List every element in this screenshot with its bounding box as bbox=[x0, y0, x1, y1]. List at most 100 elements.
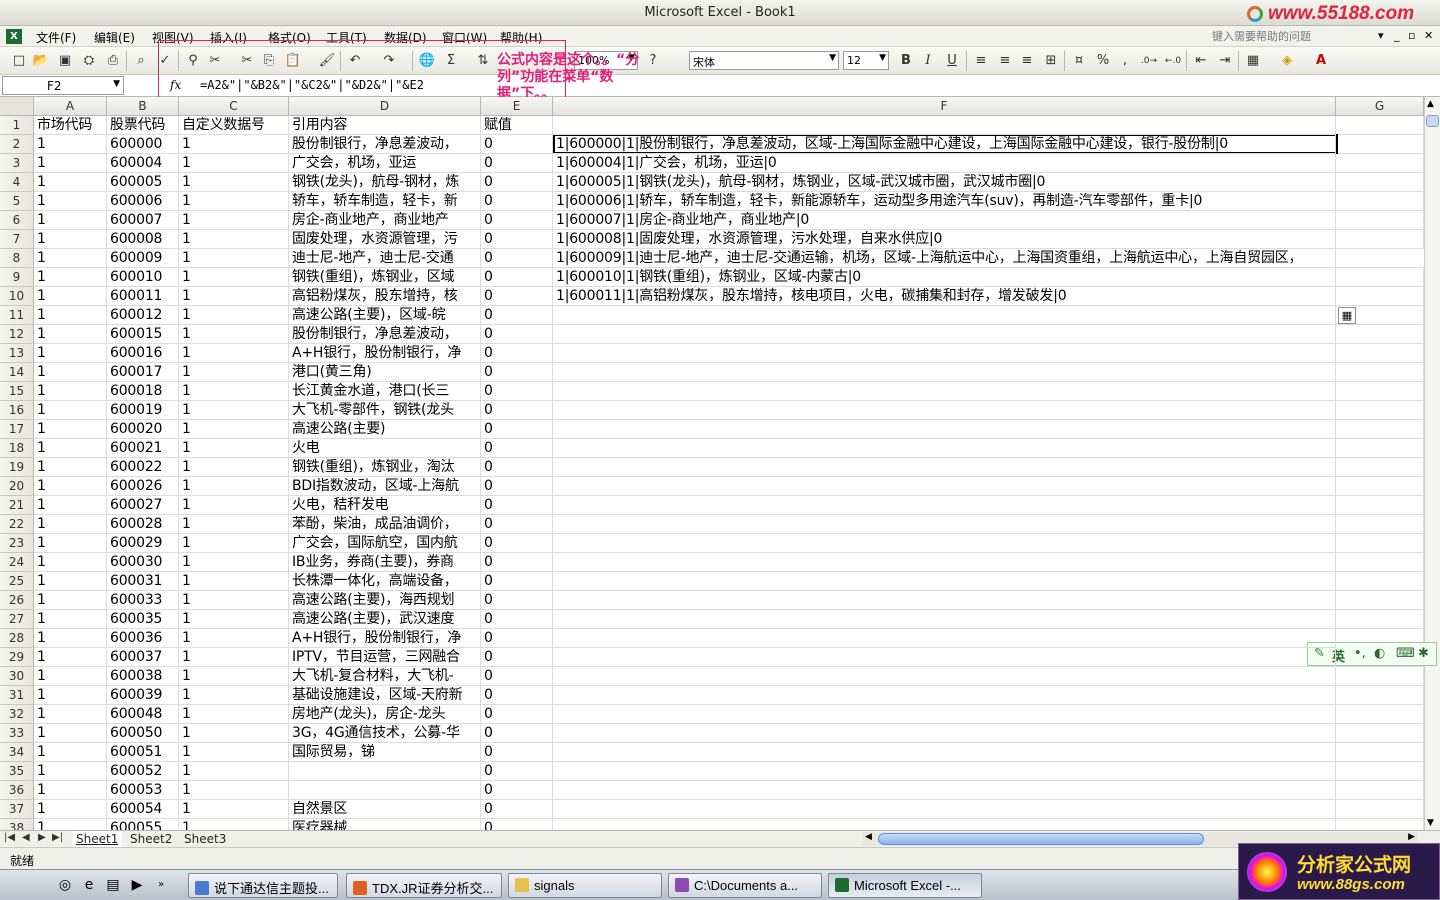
cell-f[interactable] bbox=[553, 762, 1336, 781]
cell-c[interactable]: 1 bbox=[179, 724, 289, 743]
cell-d[interactable]: 苯酚，柴油，成品油调价， bbox=[289, 515, 481, 534]
cell-g[interactable] bbox=[1336, 553, 1424, 572]
currency-icon[interactable]: ¤ bbox=[1070, 52, 1088, 70]
cell-f[interactable] bbox=[553, 819, 1336, 830]
cell-e[interactable]: 0 bbox=[481, 477, 553, 496]
cell-a[interactable]: 1 bbox=[34, 629, 107, 648]
cell-d[interactable]: 火电 bbox=[289, 439, 481, 458]
cell-f[interactable] bbox=[553, 116, 1336, 135]
cell-f[interactable]: 1|600000|1|股份制银行，净息差波动，区域-上海国际金融中心建设，上海国… bbox=[553, 135, 1336, 154]
cell-f[interactable] bbox=[553, 515, 1336, 534]
align-right-icon[interactable]: ≡ bbox=[1018, 52, 1036, 70]
format-painter-icon[interactable]: 🖌 bbox=[318, 52, 336, 70]
align-center-icon[interactable]: ≡ bbox=[996, 52, 1014, 70]
cell-d[interactable]: 钢铁(重组)，炼钢业，区域 bbox=[289, 268, 481, 287]
borders-icon[interactable]: ▦ bbox=[1244, 52, 1262, 70]
row-header[interactable]: 35 bbox=[0, 762, 34, 781]
cell-b[interactable]: 600017 bbox=[107, 363, 179, 382]
cell-g[interactable] bbox=[1336, 591, 1424, 610]
cell-a[interactable]: 1 bbox=[34, 439, 107, 458]
cell-a[interactable]: 1 bbox=[34, 667, 107, 686]
cell-b[interactable]: 600054 bbox=[107, 800, 179, 819]
cell-c[interactable]: 1 bbox=[179, 344, 289, 363]
cell-g[interactable] bbox=[1336, 610, 1424, 629]
cell-c[interactable]: 1 bbox=[179, 382, 289, 401]
cell-c[interactable]: 1 bbox=[179, 363, 289, 382]
cell-e[interactable]: 0 bbox=[481, 800, 553, 819]
cell-c[interactable]: 1 bbox=[179, 325, 289, 344]
row-header[interactable]: 13 bbox=[0, 344, 34, 363]
cell-e[interactable]: 0 bbox=[481, 781, 553, 800]
cell-d[interactable]: IB业务，券商(主要)，券商 bbox=[289, 553, 481, 572]
undo-icon[interactable]: ↶ bbox=[346, 52, 364, 70]
spelling-icon[interactable]: ✓ bbox=[156, 52, 174, 70]
cell-f[interactable]: 1|600008|1|固废处理，水资源管理，污水处理，自来水供应|0 bbox=[553, 230, 1336, 249]
cell-d[interactable]: 高速公路(主要)，武汉速度 bbox=[289, 610, 481, 629]
row-header[interactable]: 27 bbox=[0, 610, 34, 629]
cell-c[interactable]: 1 bbox=[179, 667, 289, 686]
cell-f[interactable] bbox=[553, 667, 1336, 686]
cell-g[interactable] bbox=[1336, 135, 1424, 154]
cell-f[interactable] bbox=[553, 553, 1336, 572]
cell-e[interactable]: 0 bbox=[481, 515, 553, 534]
menu-edit[interactable]: 编辑(E) bbox=[94, 29, 135, 46]
cell-d[interactable]: 长株潭一体化，高端设备， bbox=[289, 572, 481, 591]
cell-b[interactable]: 股票代码 bbox=[107, 116, 179, 135]
cell-a[interactable]: 1 bbox=[34, 287, 107, 306]
cell-a[interactable]: 1 bbox=[34, 648, 107, 667]
cell-e[interactable]: 0 bbox=[481, 211, 553, 230]
cell-c[interactable]: 1 bbox=[179, 610, 289, 629]
close-icon[interactable]: ✕ bbox=[1424, 29, 1433, 42]
quicklaunch-media-icon[interactable]: ▶ bbox=[128, 876, 146, 894]
cell-a[interactable]: 1 bbox=[34, 268, 107, 287]
quicklaunch-more-icon[interactable]: » bbox=[152, 876, 170, 894]
vertical-scrollbar[interactable]: ▲ ▼ bbox=[1424, 97, 1440, 830]
cell-c[interactable]: 1 bbox=[179, 230, 289, 249]
cell-a[interactable]: 1 bbox=[34, 534, 107, 553]
cell-g[interactable] bbox=[1336, 515, 1424, 534]
row-header[interactable]: 11 bbox=[0, 306, 34, 325]
column-header-f[interactable]: F bbox=[553, 97, 1336, 116]
cell-g[interactable] bbox=[1336, 325, 1424, 344]
cell-e[interactable]: 0 bbox=[481, 249, 553, 268]
percent-button[interactable]: % bbox=[1094, 52, 1112, 70]
row-header[interactable]: 36 bbox=[0, 781, 34, 800]
menu-format[interactable]: 格式(O) bbox=[268, 29, 311, 46]
cell-b[interactable]: 600029 bbox=[107, 534, 179, 553]
cell-d[interactable]: 大飞机-零部件，钢铁(龙头 bbox=[289, 401, 481, 420]
cell-b[interactable]: 600011 bbox=[107, 287, 179, 306]
research-icon[interactable]: ⚲ bbox=[184, 52, 202, 70]
cell-a[interactable]: 1 bbox=[34, 173, 107, 192]
cell-g[interactable] bbox=[1336, 420, 1424, 439]
cell-b[interactable]: 600036 bbox=[107, 629, 179, 648]
cell-a[interactable]: 1 bbox=[34, 230, 107, 249]
cell-b[interactable]: 600022 bbox=[107, 458, 179, 477]
cell-c[interactable]: 1 bbox=[179, 192, 289, 211]
row-header[interactable]: 18 bbox=[0, 439, 34, 458]
cell-f[interactable]: 1|600006|1|轿车，轿车制造，轻卡，新能源轿车，运动型多用途汽车(suv… bbox=[553, 192, 1336, 211]
row-header[interactable]: 3 bbox=[0, 154, 34, 173]
row-header[interactable]: 5 bbox=[0, 192, 34, 211]
cell-c[interactable]: 1 bbox=[179, 705, 289, 724]
cell-d[interactable]: 港口(黄三角) bbox=[289, 363, 481, 382]
cell-a[interactable]: 市场代码 bbox=[34, 116, 107, 135]
row-header[interactable]: 22 bbox=[0, 515, 34, 534]
cell-e[interactable]: 0 bbox=[481, 743, 553, 762]
row-header[interactable]: 31 bbox=[0, 686, 34, 705]
cell-f[interactable] bbox=[553, 800, 1336, 819]
cell-d[interactable]: 大飞机-复合材料，大飞机- bbox=[289, 667, 481, 686]
cell-d[interactable]: 自然景区 bbox=[289, 800, 481, 819]
row-header[interactable]: 19 bbox=[0, 458, 34, 477]
restore-icon[interactable]: ▫ bbox=[1408, 29, 1415, 42]
cell-b[interactable]: 600039 bbox=[107, 686, 179, 705]
cell-e[interactable]: 0 bbox=[481, 591, 553, 610]
insert-function-icon[interactable]: fx bbox=[170, 78, 181, 92]
cell-e[interactable]: 0 bbox=[481, 724, 553, 743]
column-header-b[interactable]: B bbox=[107, 97, 179, 116]
font-color-icon[interactable]: A bbox=[1312, 52, 1330, 70]
scroll-right-icon[interactable]: ▶ bbox=[1408, 832, 1415, 842]
cell-g[interactable] bbox=[1336, 762, 1424, 781]
cell-c[interactable]: 1 bbox=[179, 762, 289, 781]
row-header[interactable]: 6 bbox=[0, 211, 34, 230]
cell-a[interactable]: 1 bbox=[34, 135, 107, 154]
